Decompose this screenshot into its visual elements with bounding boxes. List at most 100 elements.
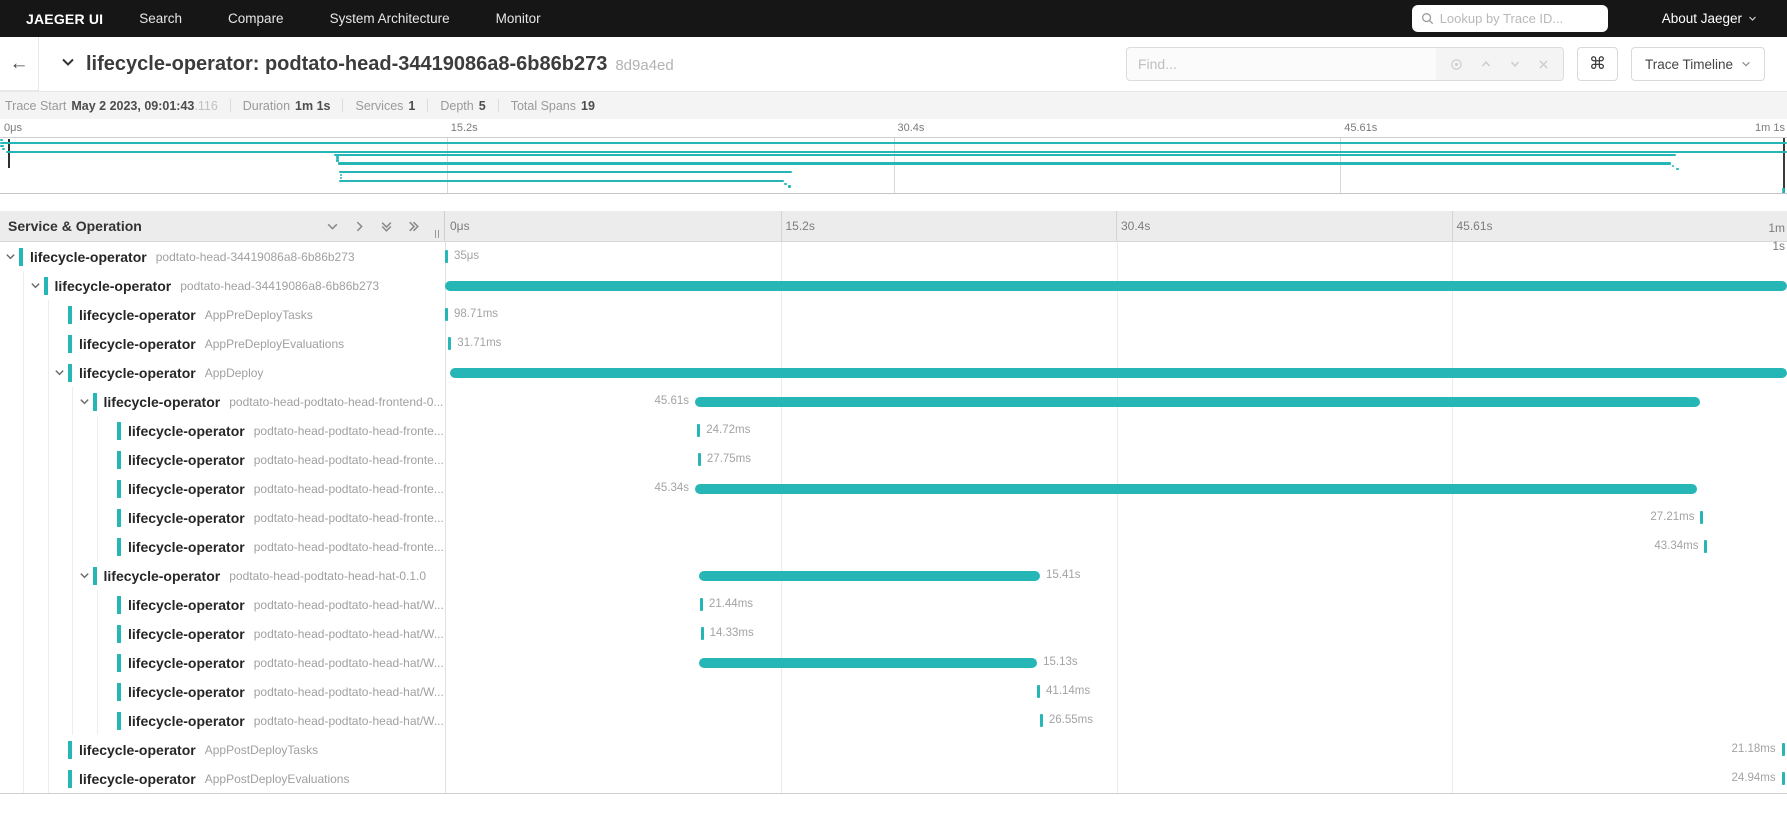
span-name-cell[interactable]: lifecycle-operator podtato-head-podtato-h… [0, 474, 445, 503]
span-timeline-cell[interactable]: 15.41s [445, 561, 1787, 590]
minimap-graph[interactable] [0, 137, 1787, 194]
span-name-cell[interactable]: lifecycle-operator podtato-head-34419086a… [0, 242, 445, 271]
trace-view-selector[interactable]: Trace Timeline [1630, 47, 1765, 81]
span-row[interactable]: lifecycle-operator podtato-head-podtato-h… [0, 474, 1787, 503]
span-timeline-cell[interactable]: 14.33ms [445, 619, 1787, 648]
span-timeline-cell[interactable]: 21.18ms [445, 735, 1787, 764]
span-bar[interactable] [448, 337, 452, 350]
collapse-all-icon[interactable] [380, 220, 393, 233]
span-row[interactable]: lifecycle-operator podtato-head-34419086a… [0, 271, 1787, 300]
expand-one-icon[interactable] [353, 220, 366, 233]
span-name-cell[interactable]: lifecycle-operator podtato-head-podtato-h… [0, 648, 445, 677]
span-row[interactable]: lifecycle-operator podtato-head-podtato-h… [0, 677, 1787, 706]
span-name-cell[interactable]: lifecycle-operator podtato-head-podtato-h… [0, 561, 445, 590]
span-name-cell[interactable]: lifecycle-operator podtato-head-podtato-h… [0, 590, 445, 619]
span-bar[interactable] [445, 280, 1787, 291]
span-timeline-cell[interactable]: 27.21ms [445, 503, 1787, 532]
span-timeline-cell[interactable]: 26.55ms [445, 706, 1787, 735]
span-row[interactable]: lifecycle-operator podtato-head-podtato-h… [0, 445, 1787, 474]
span-row[interactable]: lifecycle-operator podtato-head-podtato-h… [0, 532, 1787, 561]
nav-item-monitor[interactable]: Monitor [496, 11, 541, 26]
span-row[interactable]: lifecycle-operator podtato-head-podtato-h… [0, 416, 1787, 445]
prev-match-icon[interactable] [1480, 58, 1492, 70]
span-bar[interactable] [449, 367, 1787, 378]
span-timeline-cell[interactable]: 31.71ms [445, 329, 1787, 358]
span-bar[interactable] [699, 570, 1041, 581]
span-timeline-cell[interactable]: 41.14ms [445, 677, 1787, 706]
span-name-cell[interactable]: lifecycle-operator AppPreDeployTasks [0, 300, 445, 329]
span-timeline-cell[interactable]: 43.34ms [445, 532, 1787, 561]
span-bar[interactable] [1700, 511, 1704, 524]
span-bar[interactable] [1781, 772, 1785, 785]
span-expander-icon[interactable] [79, 396, 90, 407]
span-timeline-cell[interactable]: 35μs [445, 242, 1787, 271]
span-row[interactable]: lifecycle-operator podtato-head-podtato-h… [0, 590, 1787, 619]
span-expander-icon[interactable] [5, 251, 16, 262]
span-row[interactable]: lifecycle-operator podtato-head-podtato-h… [0, 619, 1787, 648]
span-timeline-cell[interactable]: 24.72ms [445, 416, 1787, 445]
focus-match-icon[interactable] [1450, 58, 1463, 71]
span-timeline-cell[interactable]: 27.75ms [445, 445, 1787, 474]
span-name-cell[interactable]: lifecycle-operator AppDeploy [0, 358, 445, 387]
span-bar[interactable] [697, 453, 701, 466]
span-name-cell[interactable]: lifecycle-operator podtato-head-podtato-h… [0, 445, 445, 474]
span-name-cell[interactable]: lifecycle-operator AppPostDeployTasks [0, 735, 445, 764]
span-row[interactable]: lifecycle-operator podtato-head-podtato-h… [0, 706, 1787, 735]
span-bar[interactable] [1039, 714, 1043, 727]
span-timeline-cell[interactable]: 45.61s [445, 387, 1787, 416]
span-bar[interactable] [1037, 685, 1041, 698]
minimap-range-handle-right[interactable] [1783, 138, 1785, 193]
next-match-icon[interactable] [1509, 58, 1521, 70]
span-bar[interactable] [1781, 743, 1785, 756]
span-row[interactable]: lifecycle-operator podtato-head-podtato-h… [0, 503, 1787, 532]
span-timeline-cell[interactable]: 98.71ms [445, 300, 1787, 329]
clear-find-icon[interactable] [1538, 59, 1549, 70]
span-name-cell[interactable]: lifecycle-operator AppPostDeployEvaluatio… [0, 764, 445, 793]
span-bar[interactable] [695, 483, 1698, 494]
span-name-cell[interactable]: lifecycle-operator podtato-head-podtato-h… [0, 416, 445, 445]
app-logo[interactable]: JAEGER UI [26, 11, 103, 27]
collapse-trace-detail-toggle[interactable] [60, 54, 76, 75]
nav-item-system-architecture[interactable]: System Architecture [330, 11, 450, 26]
trace-id-lookup-input[interactable] [1439, 11, 1599, 26]
span-row[interactable]: lifecycle-operator AppDeploy [0, 358, 1787, 387]
span-bar[interactable] [699, 598, 703, 611]
span-row[interactable]: lifecycle-operator AppPreDeployEvaluation… [0, 329, 1787, 358]
span-expander-icon[interactable] [30, 280, 41, 291]
nav-item-compare[interactable]: Compare [228, 11, 284, 26]
span-row[interactable]: lifecycle-operator AppPreDeployTasks 98.71… [0, 300, 1787, 329]
span-bar[interactable] [700, 627, 704, 640]
span-name-cell[interactable]: lifecycle-operator podtato-head-podtato-h… [0, 619, 445, 648]
span-row[interactable]: lifecycle-operator podtato-head-podtato-h… [0, 561, 1787, 590]
span-bar[interactable] [699, 657, 1038, 668]
find-input[interactable] [1126, 56, 1436, 72]
span-name-cell[interactable]: lifecycle-operator podtato-head-podtato-h… [0, 706, 445, 735]
span-name-cell[interactable]: lifecycle-operator podtato-head-podtato-h… [0, 532, 445, 561]
keyboard-shortcuts-button[interactable]: ⌘ [1576, 47, 1618, 81]
span-row[interactable]: lifecycle-operator podtato-head-podtato-h… [0, 387, 1787, 416]
span-bar[interactable] [695, 396, 1701, 407]
span-name-cell[interactable]: lifecycle-operator podtato-head-34419086a… [0, 271, 445, 300]
span-name-cell[interactable]: lifecycle-operator podtato-head-podtato-h… [0, 387, 445, 416]
back-button[interactable]: ← [0, 37, 39, 91]
span-row[interactable]: lifecycle-operator AppPostDeployTasks 21.1… [0, 735, 1787, 764]
about-jaeger-menu[interactable]: About Jaeger [1662, 11, 1757, 26]
span-timeline-cell[interactable] [445, 271, 1787, 300]
trace-id-lookup[interactable] [1411, 5, 1608, 32]
collapse-one-icon[interactable] [326, 220, 339, 233]
nav-item-search[interactable]: Search [139, 11, 182, 26]
span-name-cell[interactable]: lifecycle-operator AppPreDeployEvaluation… [0, 329, 445, 358]
span-timeline-cell[interactable]: 15.13s [445, 648, 1787, 677]
span-bar[interactable] [445, 250, 448, 263]
span-bar[interactable] [1704, 540, 1708, 553]
span-row[interactable]: lifecycle-operator podtato-head-34419086a… [0, 242, 1787, 271]
span-timeline-cell[interactable]: 21.44ms [445, 590, 1787, 619]
span-timeline-cell[interactable]: 24.94ms [445, 764, 1787, 793]
span-timeline-cell[interactable] [445, 358, 1787, 387]
span-timeline-cell[interactable]: 45.34s [445, 474, 1787, 503]
span-name-cell[interactable]: lifecycle-operator podtato-head-podtato-h… [0, 677, 445, 706]
expand-all-icon[interactable] [407, 220, 420, 233]
column-resizer-handle[interactable] [435, 230, 439, 238]
span-row[interactable]: lifecycle-operator podtato-head-podtato-h… [0, 648, 1787, 677]
span-bar[interactable] [697, 424, 701, 437]
